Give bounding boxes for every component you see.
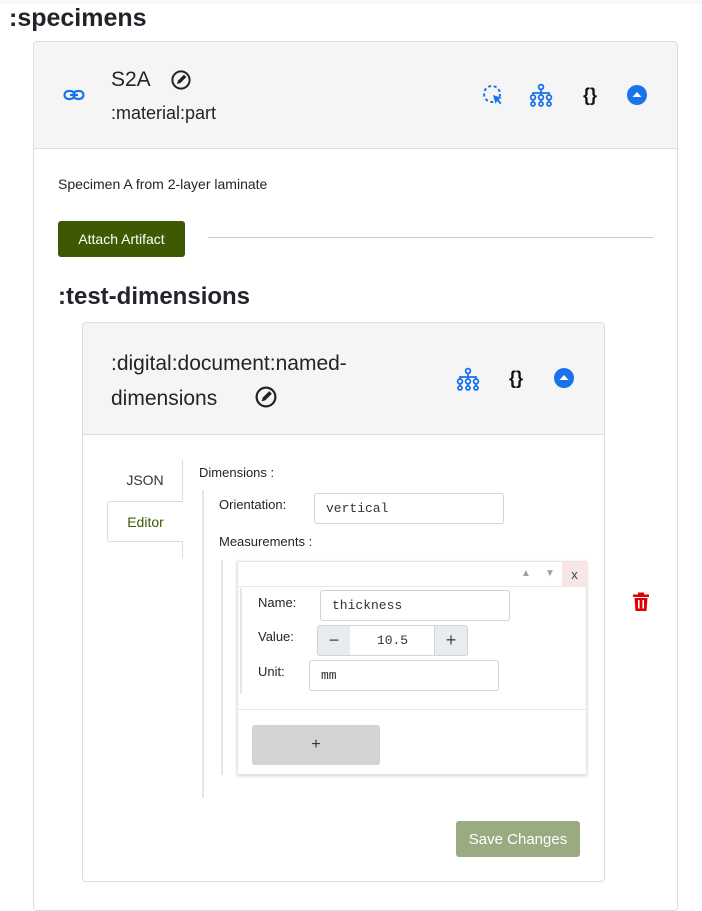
move-up-button[interactable]: ▲: [514, 562, 538, 586]
edit-icon[interactable]: [254, 385, 278, 409]
svg-text:{}: {}: [509, 368, 523, 388]
json-braces-icon[interactable]: {}: [504, 366, 528, 390]
select-icon[interactable]: [482, 84, 504, 106]
attach-artifact-button[interactable]: Attach Artifact: [58, 221, 185, 257]
move-down-button[interactable]: ▼: [538, 562, 562, 586]
specimen-description: Specimen A from 2-layer laminate: [58, 176, 268, 192]
decrement-button[interactable]: −: [317, 625, 351, 656]
value-label: Value:: [258, 629, 294, 644]
delete-icon[interactable]: [632, 592, 650, 612]
specimens-heading: :specimens: [9, 4, 147, 32]
tab-editor[interactable]: Editor: [107, 501, 183, 542]
item-footer-divider: [238, 709, 586, 710]
collapse-icon[interactable]: [553, 367, 575, 389]
hierarchy-icon[interactable]: [456, 367, 480, 391]
name-input[interactable]: thickness: [320, 590, 510, 621]
save-changes-button[interactable]: Save Changes: [456, 821, 580, 857]
value-input[interactable]: 10.5: [350, 625, 435, 656]
svg-text:{}: {}: [583, 85, 597, 105]
measurements-label: Measurements :: [219, 534, 313, 549]
json-braces-icon[interactable]: {}: [578, 83, 602, 107]
name-label: Name:: [258, 595, 297, 610]
item-guide-line: [240, 588, 242, 694]
unit-label: Unit:: [258, 664, 285, 679]
increment-button[interactable]: +: [434, 625, 468, 656]
specimen-type: :material:part: [111, 103, 217, 123]
hierarchy-icon[interactable]: [529, 83, 553, 107]
measurements-guide-line: [221, 560, 223, 775]
unit-input[interactable]: mm: [309, 660, 499, 691]
tab-json[interactable]: JSON: [108, 460, 183, 500]
dimensions-guide-line: [202, 490, 204, 798]
link-icon[interactable]: [63, 86, 85, 104]
collapse-icon[interactable]: [626, 84, 648, 106]
remove-item-button[interactable]: x: [562, 562, 587, 587]
divider: [208, 237, 653, 238]
tab-divider: [182, 542, 183, 558]
edit-icon[interactable]: [170, 69, 192, 91]
orientation-label: Orientation:: [219, 497, 287, 512]
specimen-name: S2A: [111, 68, 151, 91]
dimensions-label: Dimensions :: [199, 465, 275, 480]
add-item-button[interactable]: +: [252, 725, 380, 765]
test-dimensions-heading: :test-dimensions: [58, 283, 251, 310]
orientation-input[interactable]: vertical: [314, 493, 504, 524]
